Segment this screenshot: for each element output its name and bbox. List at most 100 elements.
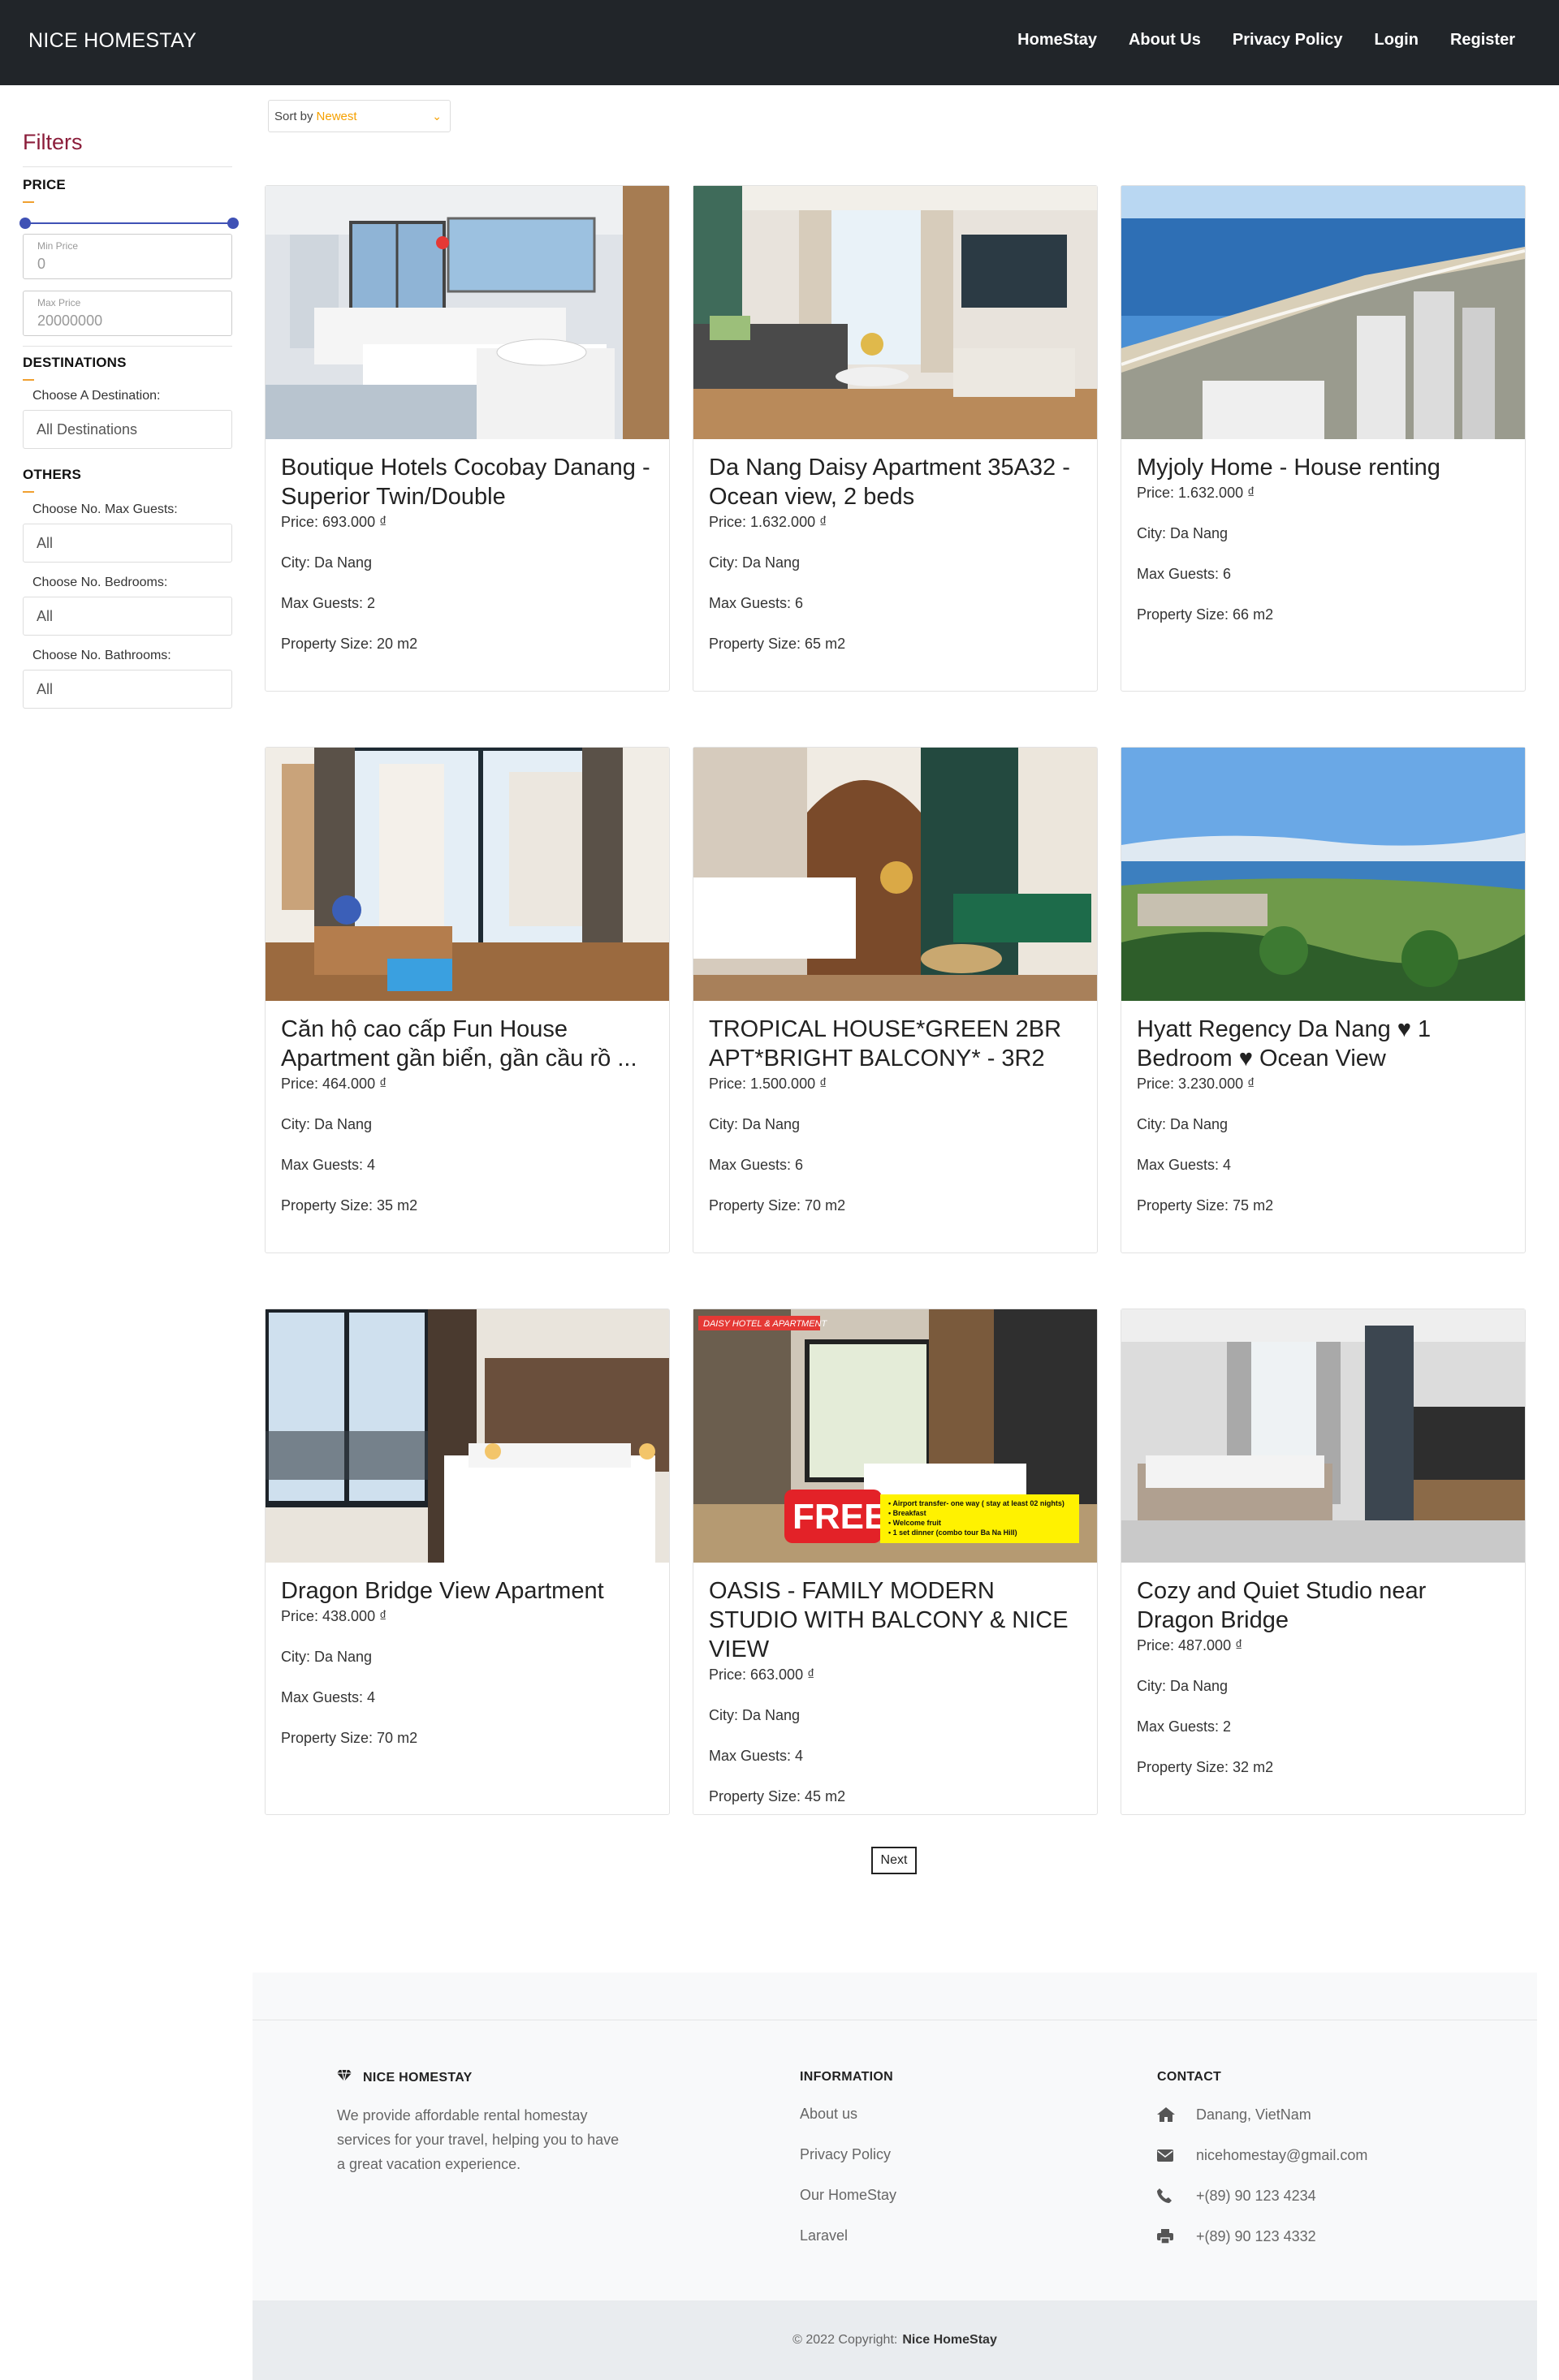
price-range-slider[interactable] xyxy=(19,218,239,229)
listing-title[interactable]: Boutique Hotels Cocobay Danang - Superio… xyxy=(281,453,654,511)
listing-body: Myjoly Home - House renting Price: 1.632… xyxy=(1121,439,1525,623)
bedrooms-select[interactable]: All xyxy=(23,597,232,636)
copyright-name[interactable]: Nice HomeStay xyxy=(902,2333,997,2348)
contact-email-text[interactable]: nicehomestay@gmail.com xyxy=(1196,2147,1367,2164)
copyright-text: © 2022 Copyright: xyxy=(792,2333,898,2347)
footer-information-heading: INFORMATION xyxy=(800,2070,893,2084)
copyright-bar: © 2022 Copyright: Nice HomeStay xyxy=(253,2300,1537,2380)
listing-card[interactable]: Myjoly Home - House renting Price: 1.632… xyxy=(1121,185,1526,692)
nav-link-register[interactable]: Register xyxy=(1450,31,1515,50)
divider xyxy=(23,346,232,347)
listing-property-size: Property Size: 35 m2 xyxy=(281,1197,418,1214)
slider-max-handle[interactable] xyxy=(227,218,239,229)
others-heading: OTHERS xyxy=(23,467,82,482)
listing-max-guests: Max Guests: 6 xyxy=(709,595,804,611)
listing-body: Boutique Hotels Cocobay Danang - Superio… xyxy=(266,439,669,653)
min-price-input[interactable]: Min Price 0 xyxy=(23,234,232,279)
listing-photo[interactable]: DAISY HOTEL & APARTMENT FREE • Airport t… xyxy=(693,1309,1097,1563)
listing-max-guests: Max Guests: 4 xyxy=(281,1689,376,1705)
listing-max-guests: Max Guests: 2 xyxy=(281,595,376,611)
promo-line-text: • Welcome fruit xyxy=(888,1519,941,1527)
footer: NICE HOMESTAY We provide affordable rent… xyxy=(253,1973,1537,2380)
listing-photo[interactable] xyxy=(266,1309,669,1563)
nav-link-login[interactable]: Login xyxy=(1375,31,1419,50)
heading-accent xyxy=(23,201,34,203)
listing-card[interactable]: Hyatt Regency Da Nang ♥ 1 Bedroom ♥ Ocea… xyxy=(1121,747,1526,1253)
next-page-button[interactable]: Next xyxy=(871,1847,917,1874)
listing-title[interactable]: Dragon Bridge View Apartment xyxy=(281,1576,654,1606)
promo-line-text: • Breakfast xyxy=(888,1509,926,1517)
sort-select[interactable]: Sort by Newest ⌄ xyxy=(268,100,451,132)
listing-property-size: Property Size: 70 m2 xyxy=(281,1730,418,1746)
listing-photo[interactable] xyxy=(1121,186,1525,439)
listing-price: Price: 1.500.000 ₫ xyxy=(709,1076,827,1092)
slider-track xyxy=(24,222,229,224)
listing-title[interactable]: Hyatt Regency Da Nang ♥ 1 Bedroom ♥ Ocea… xyxy=(1137,1015,1509,1073)
promo-line-text: • 1 set dinner (combo tour Ba Na Hill) xyxy=(888,1528,1017,1537)
footer-link-privacy-policy[interactable]: Privacy Policy xyxy=(800,2146,896,2163)
listing-property-size: Property Size: 32 m2 xyxy=(1137,1759,1274,1775)
listing-title[interactable]: Căn hộ cao cấp Fun House Apartment gần b… xyxy=(281,1015,654,1073)
listing-max-guests: Max Guests: 2 xyxy=(1137,1718,1232,1735)
brand-logo-text[interactable]: NICE HOMESTAY xyxy=(28,29,196,53)
listing-city: City: Da Nang xyxy=(281,1116,373,1132)
contact-email: nicehomestay@gmail.com xyxy=(1157,2146,1367,2164)
nav-link-about-us[interactable]: About Us xyxy=(1129,31,1201,50)
listing-photo[interactable] xyxy=(1121,748,1525,1001)
promo-free-text: FREE xyxy=(792,1497,887,1537)
listing-card[interactable]: DAISY HOTEL & APARTMENT FREE • Airport t… xyxy=(693,1309,1098,1815)
footer-link-laravel[interactable]: Laravel xyxy=(800,2227,896,2244)
listing-photo[interactable] xyxy=(1121,1309,1525,1563)
listing-price: Price: 464.000 ₫ xyxy=(281,1076,387,1092)
nav-link-privacy-policy[interactable]: Privacy Policy xyxy=(1233,31,1343,50)
contact-address: Danang, VietNam xyxy=(1157,2106,1367,2123)
contact-phone-text[interactable]: +(89) 90 123 4234 xyxy=(1196,2188,1316,2205)
destination-select[interactable]: All Destinations xyxy=(23,410,232,449)
footer-link-about-us[interactable]: About us xyxy=(800,2106,896,2123)
filters-title: Filters xyxy=(23,130,83,154)
max-price-input[interactable]: Max Price 20000000 xyxy=(23,291,232,336)
listing-card[interactable]: TROPICAL HOUSE*GREEN 2BR APT*BRIGHT BALC… xyxy=(693,747,1098,1253)
nav-link-homestay[interactable]: HomeStay xyxy=(1017,31,1097,50)
max-price-label: Max Price xyxy=(37,297,81,308)
sort-value: Newest xyxy=(316,109,357,123)
max-guests-label: Choose No. Max Guests: xyxy=(32,502,178,516)
listing-city: City: Da Nang xyxy=(709,554,801,571)
listing-photo[interactable] xyxy=(266,186,669,439)
gem-icon xyxy=(337,2069,352,2085)
footer-link-our-homestay[interactable]: Our HomeStay xyxy=(800,2187,896,2204)
listing-city: City: Da Nang xyxy=(281,1649,373,1665)
listing-price: Price: 663.000 ₫ xyxy=(709,1666,815,1683)
max-guests-select[interactable]: All xyxy=(23,524,232,563)
listing-max-guests: Max Guests: 4 xyxy=(709,1748,804,1764)
listing-card[interactable]: Căn hộ cao cấp Fun House Apartment gần b… xyxy=(265,747,670,1253)
promo-tag-text: DAISY HOTEL & APARTMENT xyxy=(703,1319,827,1329)
footer-contact-heading: CONTACT xyxy=(1157,2070,1222,2084)
listing-card[interactable]: Da Nang Daisy Apartment 35A32 - Ocean vi… xyxy=(693,185,1098,692)
listing-title[interactable]: Myjoly Home - House renting xyxy=(1137,453,1509,482)
contact-phone: +(89) 90 123 4234 xyxy=(1157,2187,1367,2205)
max-price-value[interactable]: 20000000 xyxy=(37,313,102,330)
listing-title[interactable]: OASIS - FAMILY MODERN STUDIO WITH BALCON… xyxy=(709,1576,1082,1664)
min-price-value[interactable]: 0 xyxy=(37,256,45,273)
listing-title[interactable]: Cozy and Quiet Studio near Dragon Bridge xyxy=(1137,1576,1509,1635)
destinations-heading: DESTINATIONS xyxy=(23,355,127,370)
filters-sidebar: Filters PRICE Min Price 0 Max Price 2000… xyxy=(19,130,239,709)
listing-photo[interactable] xyxy=(693,748,1097,1001)
printer-icon xyxy=(1157,2229,1178,2244)
bathrooms-select[interactable]: All xyxy=(23,670,232,709)
listing-photo[interactable] xyxy=(693,186,1097,439)
listing-price: Price: 1.632.000 ₫ xyxy=(1137,485,1255,501)
chevron-down-icon: ⌄ xyxy=(432,110,442,123)
listing-photo[interactable] xyxy=(266,748,669,1001)
listing-body: Dragon Bridge View Apartment Price: 438.… xyxy=(266,1563,669,1747)
listing-title[interactable]: TROPICAL HOUSE*GREEN 2BR APT*BRIGHT BALC… xyxy=(709,1015,1082,1073)
slider-min-handle[interactable] xyxy=(19,218,31,229)
heading-accent xyxy=(23,491,34,493)
listing-card[interactable]: Cozy and Quiet Studio near Dragon Bridge… xyxy=(1121,1309,1526,1815)
listing-property-size: Property Size: 20 m2 xyxy=(281,636,418,652)
listing-card[interactable]: Boutique Hotels Cocobay Danang - Superio… xyxy=(265,185,670,692)
listing-title[interactable]: Da Nang Daisy Apartment 35A32 - Ocean vi… xyxy=(709,453,1082,511)
listing-price: Price: 693.000 ₫ xyxy=(281,514,387,530)
listing-card[interactable]: Dragon Bridge View Apartment Price: 438.… xyxy=(265,1309,670,1815)
